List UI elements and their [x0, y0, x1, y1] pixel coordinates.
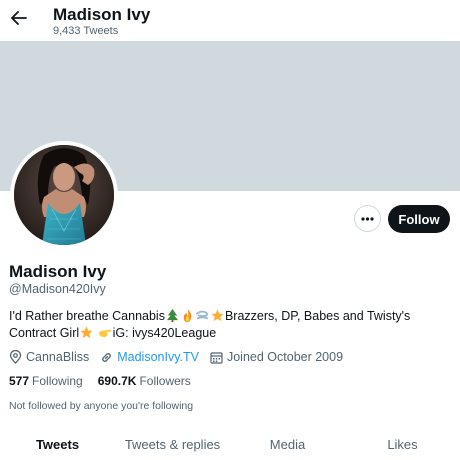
- followers-number: 690.7K: [97, 374, 137, 388]
- followers-count[interactable]: 690.7K Followers: [98, 374, 191, 388]
- more-icon: [361, 216, 374, 221]
- pointing-hand-emoji-icon: [98, 329, 112, 338]
- following-number: 577: [9, 374, 30, 388]
- profile-handle: @Madison420Ivy: [9, 282, 106, 296]
- profile-bio: I'd Rather breathe Cannabis Brazzers, DP,…: [9, 308, 454, 342]
- back-button[interactable]: [8, 7, 30, 29]
- following-count[interactable]: 577 Following: [9, 374, 83, 388]
- following-label: Following: [32, 374, 83, 388]
- wind-emoji-icon: [195, 310, 209, 320]
- followers-label: Followers: [139, 374, 191, 388]
- follow-counts: 577 Following 690.7K Followers: [9, 374, 206, 388]
- tab-tweets[interactable]: Tweets: [0, 428, 115, 460]
- bio-text-1: I'd Rather breathe Cannabis: [9, 309, 165, 323]
- location-icon: [9, 350, 22, 364]
- calendar-icon: [210, 351, 223, 364]
- star-emoji-icon: [80, 326, 93, 339]
- profile-meta: CannaBliss MadisonIvy.TV Joined October …: [9, 348, 354, 366]
- tab-tweets-replies[interactable]: Tweets & replies: [115, 428, 230, 460]
- profile-name: Madison Ivy: [9, 262, 107, 281]
- avatar[interactable]: [10, 141, 118, 249]
- avatar-photo: [14, 145, 114, 245]
- tree-emoji-icon: [166, 309, 179, 322]
- follow-button[interactable]: Follow: [388, 205, 450, 233]
- more-options-button[interactable]: [354, 205, 381, 232]
- bio-text-3: iG: ivys420League: [112, 326, 217, 340]
- link-icon: [102, 352, 112, 362]
- fire-emoji-icon: [183, 309, 192, 322]
- tweet-count: 9,433 Tweets: [53, 25, 119, 37]
- website-link[interactable]: MadisonIvy.TV: [117, 350, 199, 364]
- back-arrow-icon: [11, 11, 27, 25]
- location-text: CannaBliss: [26, 350, 90, 364]
- star-emoji-icon: [211, 309, 224, 322]
- tab-media[interactable]: Media: [230, 428, 345, 460]
- header-title: Madison Ivy: [53, 5, 151, 24]
- not-followed-note: Not followed by anyone you're following: [9, 400, 194, 412]
- top-bar: Madison Ivy 9,433 Tweets: [0, 0, 460, 41]
- joined-text: Joined October 2009: [226, 350, 344, 364]
- location: CannaBliss: [9, 350, 89, 364]
- website[interactable]: MadisonIvy.TV: [100, 350, 199, 364]
- joined-date: Joined October 2009: [210, 350, 343, 364]
- profile-tabs: Tweets Tweets & replies Media Likes: [0, 428, 460, 460]
- tab-likes[interactable]: Likes: [345, 428, 460, 460]
